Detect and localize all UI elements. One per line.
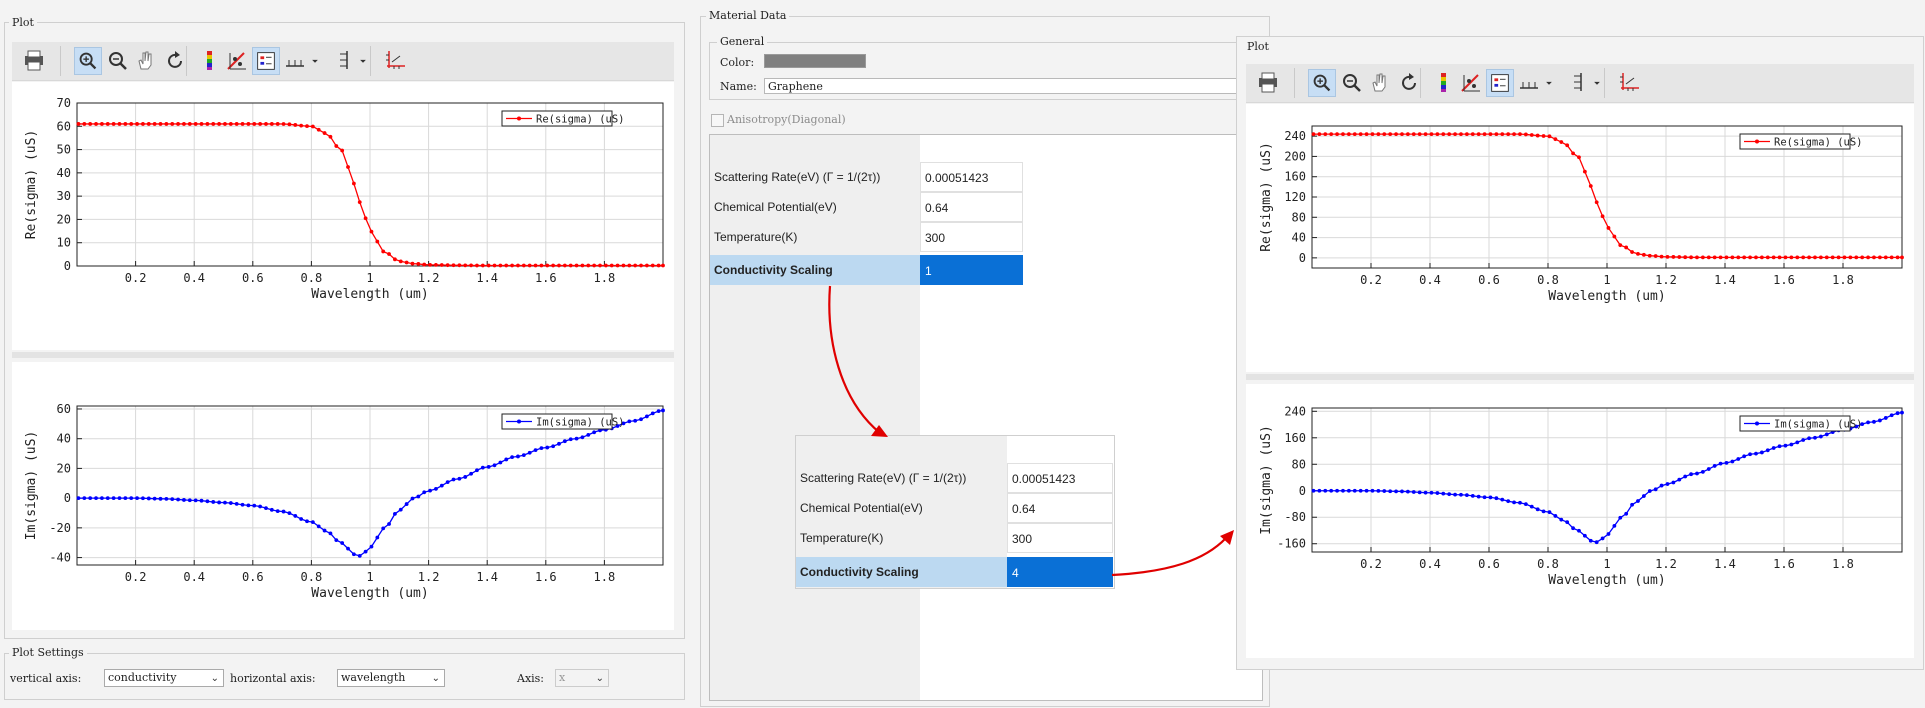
arrow-table-to-table (828, 285, 881, 434)
arrow-table-to-plot (1111, 537, 1227, 577)
annotation-arrows (828, 285, 1234, 577)
